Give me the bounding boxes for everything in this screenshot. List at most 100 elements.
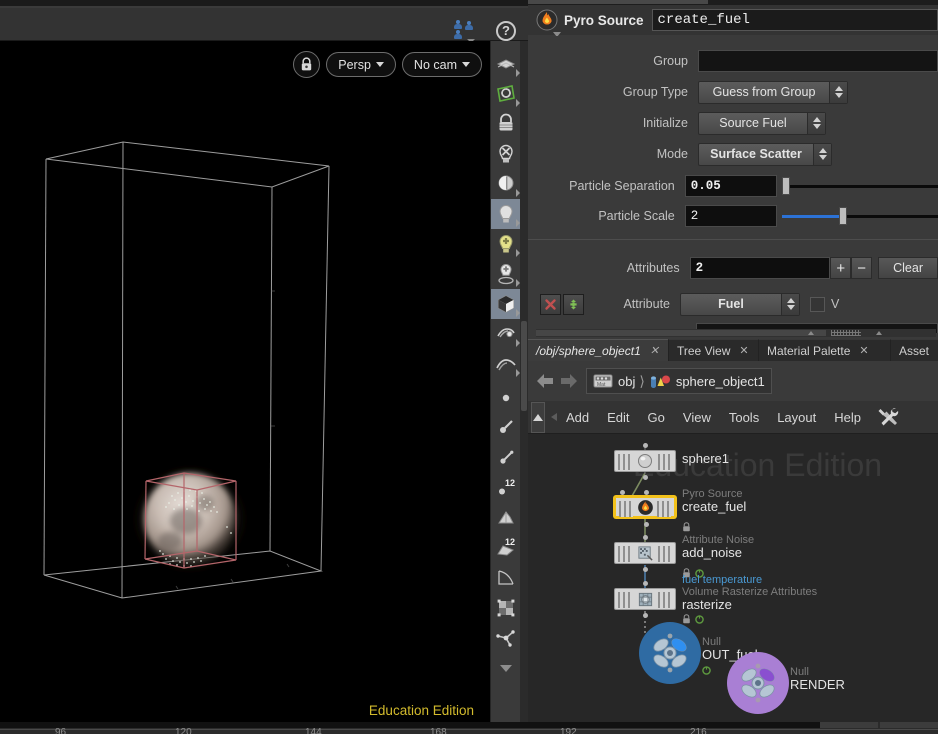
- texture-display-icon[interactable]: [491, 593, 521, 623]
- primitive-numbers-icon[interactable]: 12: [491, 533, 521, 563]
- primitive-display-icon[interactable]: [491, 503, 521, 533]
- node-create-fuel[interactable]: Pyro Source create_fuel: [614, 496, 676, 518]
- vertex-normals-icon[interactable]: [491, 623, 521, 653]
- scene-lights-icon[interactable]: [491, 229, 521, 259]
- point-display-icon[interactable]: [491, 383, 521, 413]
- node-add-noise[interactable]: Attribute Noise add_noise: [614, 542, 676, 564]
- spinner-icon[interactable]: [781, 294, 799, 315]
- node-output-port[interactable]: [643, 443, 648, 448]
- node-input-port[interactable]: [643, 581, 648, 586]
- spinner-icon[interactable]: [829, 82, 847, 103]
- display-flag-icon[interactable]: [702, 666, 711, 675]
- node-input-port-0[interactable]: [620, 490, 625, 495]
- pane-tab-0[interactable]: /obj/sphere_object1✕: [528, 339, 668, 361]
- menu-item-layout[interactable]: Layout: [768, 410, 825, 425]
- lock-icon[interactable]: [293, 51, 320, 78]
- node-body[interactable]: [614, 496, 676, 518]
- back-arrow-icon[interactable]: [534, 370, 556, 392]
- node-body-circle[interactable]: [727, 652, 789, 714]
- view-mode-dropdown[interactable]: Persp: [326, 52, 396, 77]
- displacement-icon[interactable]: [491, 349, 521, 379]
- move-up-down-icon[interactable]: [563, 294, 584, 315]
- group-type-dropdown[interactable]: Guess from Group: [698, 81, 848, 104]
- spinner-icon[interactable]: [813, 144, 831, 165]
- breadcrumb-item-sphere-object1[interactable]: sphere_object1: [649, 373, 765, 389]
- lock-flag-icon[interactable]: [682, 614, 691, 624]
- network-editor[interactable]: Education Edition: [528, 434, 938, 722]
- add-attribute-button[interactable]: +: [830, 257, 851, 279]
- forward-arrow-icon[interactable]: [558, 370, 580, 392]
- close-icon[interactable]: ✕: [739, 344, 748, 357]
- delete-x-icon[interactable]: [540, 294, 561, 315]
- curvature-display-icon[interactable]: [491, 563, 521, 593]
- node-name-field[interactable]: create_fuel: [652, 9, 938, 31]
- headlight-icon[interactable]: [491, 199, 521, 229]
- pane-tab-3[interactable]: Asset: [890, 339, 938, 361]
- point-normals-icon[interactable]: [491, 413, 521, 443]
- scroll-left-icon[interactable]: [808, 331, 814, 335]
- remove-attribute-button[interactable]: −: [851, 257, 872, 279]
- node-output-port[interactable]: [643, 613, 648, 618]
- node-body[interactable]: [614, 588, 676, 610]
- pane-tab-1[interactable]: Tree View✕: [668, 339, 758, 361]
- hide-other-objects-icon[interactable]: [491, 139, 521, 169]
- menu-item-go[interactable]: Go: [639, 410, 674, 425]
- scroll-right-icon[interactable]: [876, 331, 882, 335]
- shading-mode-icon[interactable]: [491, 289, 521, 319]
- more-options-icon[interactable]: [491, 653, 521, 683]
- node-body-circle[interactable]: [639, 622, 701, 684]
- menu-item-edit[interactable]: Edit: [598, 410, 638, 425]
- ghost-other-objects-icon[interactable]: [491, 169, 521, 199]
- high-quality-lighting-icon[interactable]: [491, 259, 521, 289]
- scrollbar-thumb[interactable]: [521, 321, 527, 411]
- lock-selection-icon[interactable]: [491, 109, 521, 139]
- attribute-visualize-checkbox[interactable]: [810, 297, 825, 312]
- display-options-icon[interactable]: [491, 49, 521, 79]
- point-numbers-icon[interactable]: 12: [491, 473, 521, 503]
- menu-item-view[interactable]: View: [674, 410, 720, 425]
- particle-separation-input[interactable]: 0.05: [685, 175, 777, 197]
- pane-splitter-grip[interactable]: [831, 330, 861, 336]
- parameter-pane-hscrollbar[interactable]: [536, 329, 936, 337]
- node-body[interactable]: [614, 450, 676, 472]
- node-input-port[interactable]: [643, 535, 648, 540]
- menu-item-tools[interactable]: Tools: [720, 410, 768, 425]
- node-sphere1[interactable]: sphere1: [614, 450, 676, 472]
- menu-item-add[interactable]: Add: [557, 410, 598, 425]
- scene-viewport[interactable]: Persp No cam Education Edition: [0, 41, 490, 734]
- attribute-dropdown[interactable]: Fuel: [680, 293, 800, 316]
- slider-handle[interactable]: [782, 177, 790, 195]
- scroll-up-icon[interactable]: [531, 402, 545, 433]
- point-markers-icon[interactable]: [491, 443, 521, 473]
- particle-scale-slider[interactable]: [782, 205, 938, 227]
- node-rasterize[interactable]: fuel temperature Volume Rasterize Attrib…: [614, 588, 676, 610]
- particle-separation-slider[interactable]: [782, 175, 938, 197]
- mode-dropdown[interactable]: Surface Scatter: [698, 143, 832, 166]
- display-flag-icon[interactable]: [695, 615, 704, 624]
- menu-item-help[interactable]: Help: [825, 410, 870, 425]
- spinner-icon[interactable]: [807, 113, 825, 134]
- help-icon[interactable]: ?: [496, 21, 516, 41]
- node-output-port[interactable]: [643, 567, 648, 572]
- lock-flag-icon[interactable]: [682, 522, 691, 532]
- wireframe-ghost-icon[interactable]: [491, 319, 521, 349]
- attributes-count-input[interactable]: 2: [690, 257, 831, 279]
- viewport-toolbar-scrollbar[interactable]: [520, 41, 528, 734]
- group-input[interactable]: [698, 50, 938, 72]
- node-input-port[interactable]: [643, 475, 648, 480]
- node-body[interactable]: [614, 542, 676, 564]
- wrench-screwdriver-icon[interactable]: [876, 405, 900, 429]
- initialize-dropdown[interactable]: Source Fuel: [698, 112, 826, 135]
- particle-scale-input[interactable]: 2: [685, 205, 777, 227]
- camera-dropdown[interactable]: No cam: [402, 52, 482, 77]
- breadcrumb-item-obj[interactable]: Mat obj: [593, 373, 635, 389]
- node-input-port-1[interactable]: [644, 490, 649, 495]
- timeline-ruler[interactable]: 96120144168192216: [0, 722, 938, 734]
- select-visible-geometry-icon[interactable]: [491, 79, 521, 109]
- close-icon[interactable]: ✕: [650, 344, 659, 357]
- clear-attributes-button[interactable]: Clear: [878, 257, 938, 279]
- close-icon[interactable]: ✕: [859, 344, 868, 357]
- slider-handle[interactable]: [839, 207, 847, 225]
- scrollbar-thumb[interactable]: [536, 330, 826, 336]
- node-output-port[interactable]: [644, 522, 649, 527]
